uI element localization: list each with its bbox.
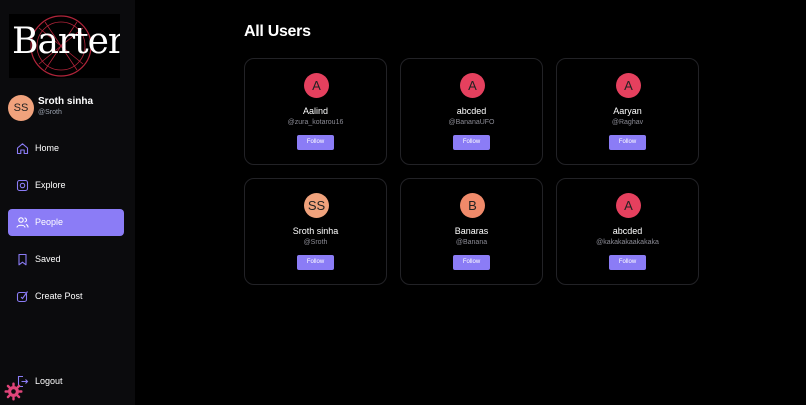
sidebar-item-label: Explore	[35, 180, 66, 190]
user-card[interactable]: SS Sroth sinha @Sroth Follow	[244, 178, 387, 285]
user-name: Aalind	[302, 106, 329, 116]
sidebar-item-explore[interactable]: Explore	[8, 172, 124, 199]
user-handle: @kakakakaakakaka	[596, 239, 659, 246]
sidebar-item-label: People	[35, 217, 64, 227]
follow-button[interactable]: Follow	[453, 255, 490, 270]
sidebar: Barter SS Sroth sinha @Sroth Home Explor…	[0, 0, 135, 405]
sidebar-item-people[interactable]: People	[8, 209, 124, 236]
user-name: Sroth sinha	[292, 226, 339, 236]
sidebar-item-label: Create Post	[35, 291, 83, 301]
profile-handle: @Sroth	[38, 109, 62, 116]
follow-button[interactable]: Follow	[297, 255, 334, 270]
home-icon	[16, 143, 29, 155]
sidebar-item-label: Saved	[35, 254, 61, 264]
user-name: Banaras	[454, 226, 489, 236]
brand-name: Barter	[12, 21, 120, 62]
explore-icon	[16, 179, 29, 192]
sidebar-item-label: Home	[35, 143, 60, 153]
create-post-icon	[16, 291, 28, 303]
user-card[interactable]: B Banaras @Banana Follow	[400, 178, 543, 285]
logout-label: Logout	[35, 376, 63, 386]
user-handle: @Banana	[455, 239, 488, 246]
user-name: abcded	[612, 226, 643, 236]
profile[interactable]: SS Sroth sinha @Sroth	[8, 95, 130, 121]
user-handle: @Raghav	[611, 119, 644, 126]
user-card[interactable]: A Aaryan @Raghav Follow	[556, 58, 699, 165]
follow-button[interactable]: Follow	[609, 135, 646, 150]
avatar: A	[616, 73, 641, 98]
sidebar-item-saved[interactable]: Saved	[8, 246, 124, 273]
logout-button[interactable]: Logout	[8, 368, 124, 395]
user-handle: @BananaUFO	[448, 119, 495, 126]
sidebar-item-home[interactable]: Home	[8, 135, 124, 162]
page-title: All Users	[244, 23, 311, 40]
avatar: A	[304, 73, 329, 98]
avatar: A	[460, 73, 485, 98]
user-name: Aaryan	[613, 106, 642, 116]
user-handle: @zura_kotarou16	[287, 119, 344, 126]
sidebar-item-create-post[interactable]: Create Post	[8, 283, 124, 310]
avatar: B	[460, 193, 485, 218]
people-icon	[16, 217, 29, 228]
user-name: abcded	[456, 106, 487, 116]
profile-name: Sroth sinha	[38, 96, 94, 107]
user-handle: @Sroth	[303, 239, 328, 246]
user-card[interactable]: A abcded @kakakakaakakaka Follow	[556, 178, 699, 285]
gear-icon[interactable]	[4, 382, 23, 401]
user-card[interactable]: A abcded @BananaUFO Follow	[400, 58, 543, 165]
avatar: SS	[8, 95, 34, 121]
follow-button[interactable]: Follow	[297, 135, 334, 150]
brand-logo[interactable]: Barter	[9, 14, 120, 78]
follow-button[interactable]: Follow	[609, 255, 646, 270]
saved-icon	[18, 253, 27, 266]
follow-button[interactable]: Follow	[453, 135, 490, 150]
avatar: A	[616, 193, 641, 218]
avatar: SS	[304, 193, 329, 218]
user-card[interactable]: A Aalind @zura_kotarou16 Follow	[244, 58, 387, 165]
